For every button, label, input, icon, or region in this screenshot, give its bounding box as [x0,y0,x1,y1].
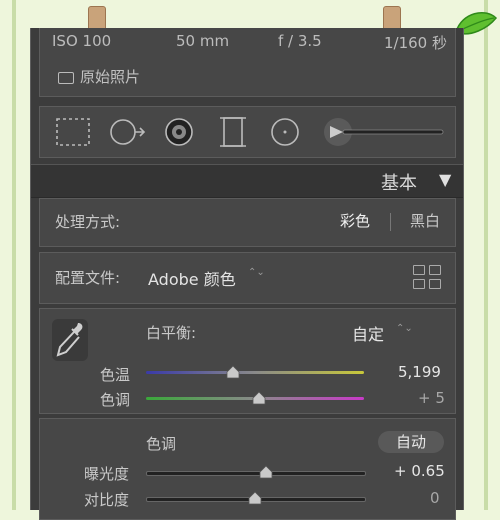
exposure-slider-thumb[interactable] [259,464,273,479]
white-balance-label: 白平衡: [146,324,197,342]
basic-section-header[interactable]: 基本 ▼ [31,164,463,198]
graduated-filter-icon[interactable] [220,117,246,147]
white-balance-eyedropper-icon[interactable] [50,317,90,363]
temp-slider-track[interactable] [146,371,364,374]
temp-value[interactable]: 5,199 [398,363,441,381]
tool-strip [39,106,456,158]
aperture-value: f / 3.5 [278,32,322,50]
exposure-label: 曝光度 [84,465,130,483]
crop-tool-icon[interactable] [56,118,90,146]
tone-auto-button[interactable]: 自动 [378,431,444,453]
shutter-speed-value: 1/160 秒 [384,34,447,52]
page-frame-left [12,0,16,510]
tint-value[interactable]: + 5 [418,389,445,407]
treatment-color-button[interactable]: 彩色 [340,210,370,231]
tone-section: 色调 自动 曝光度 + 0.65 对比度 0 [39,418,456,520]
original-photo-checkbox[interactable] [58,72,74,84]
temp-label: 色温 [100,366,131,384]
white-balance-select[interactable]: 自定 [352,321,384,345]
temp-slider-thumb[interactable] [226,364,240,379]
profile-label: 配置文件: [55,269,121,287]
radial-filter-icon[interactable] [271,118,299,146]
contrast-label: 对比度 [84,491,130,509]
tint-label: 色调 [100,391,131,409]
iso-value: ISO 100 [52,32,112,50]
exposure-slider-track[interactable] [146,471,366,476]
redeye-icon[interactable] [165,118,193,146]
white-balance-section: 白平衡: 自定 ⌃⌄ 色温 5,199 色调 + 5 [39,308,456,414]
collapse-arrow-icon[interactable]: ▼ [439,170,451,189]
tone-title: 色调 [146,435,177,453]
profile-chevron-icon[interactable]: ⌃⌄ [248,267,265,278]
treatment-divider [390,213,391,231]
focal-length-value: 50 mm [176,32,230,50]
exif-info-section: ISO 100 50 mm f / 3.5 1/160 秒 原始照片 [39,28,456,97]
page-frame-right [484,0,488,510]
contrast-slider-thumb[interactable] [248,490,262,505]
original-photo-label: 原始照片 [80,68,141,86]
spot-removal-icon[interactable] [110,119,146,145]
brush-icon[interactable] [324,118,444,146]
treatment-row: 处理方式: 彩色 黑白 [39,198,456,247]
basic-title: 基本 [381,173,417,194]
develop-panel: ISO 100 50 mm f / 3.5 1/160 秒 原始照片 基本 ▼ … [30,28,464,520]
profile-row: 配置文件: Adobe 颜色 ⌃⌄ [39,252,456,304]
white-balance-chevron-icon[interactable]: ⌃⌄ [396,323,413,334]
contrast-value[interactable]: 0 [430,489,440,507]
treatment-bw-button[interactable]: 黑白 [410,210,440,231]
profile-select[interactable]: Adobe 颜色 [148,266,236,290]
tint-slider-thumb[interactable] [252,390,266,405]
treatment-label: 处理方式: [55,213,121,231]
exposure-value[interactable]: + 0.65 [394,462,445,480]
